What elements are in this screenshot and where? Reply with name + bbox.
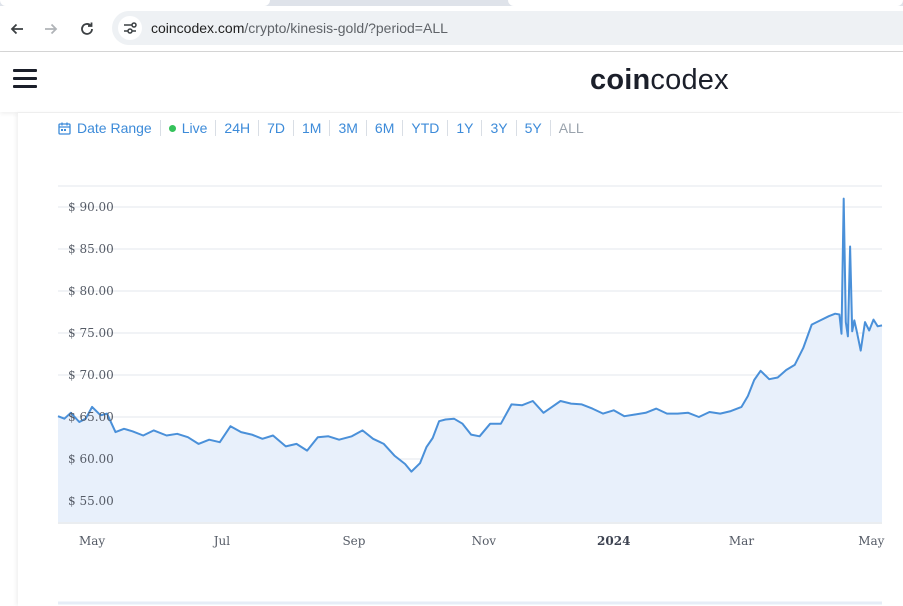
price-area	[58, 198, 882, 522]
x-tick-label: May	[858, 534, 884, 548]
y-tick-label: $ 80.00	[68, 284, 114, 298]
price-chart[interactable]: $ 55.00 $ 60.00 $ 65.00 $ 70.00 $ 75.00 $ 80.…	[0, 0, 903, 606]
x-tick-label: 2024	[597, 534, 630, 548]
x-tick-label: Sep	[342, 534, 365, 548]
y-tick-label: $ 70.00	[68, 368, 114, 382]
x-tick-label: Jul	[212, 534, 231, 548]
y-tick-label: $ 65.00	[68, 410, 114, 424]
y-tick-label: $ 55.00	[68, 494, 114, 508]
x-tick-label: May	[79, 534, 105, 548]
y-tick-label: $ 75.00	[68, 326, 114, 340]
y-tick-label: $ 85.00	[68, 242, 114, 256]
y-tick-label: $ 60.00	[68, 452, 114, 466]
x-tick-label: Mar	[729, 534, 754, 548]
y-tick-label: $ 90.00	[68, 200, 114, 214]
x-tick-label: Nov	[472, 534, 497, 548]
